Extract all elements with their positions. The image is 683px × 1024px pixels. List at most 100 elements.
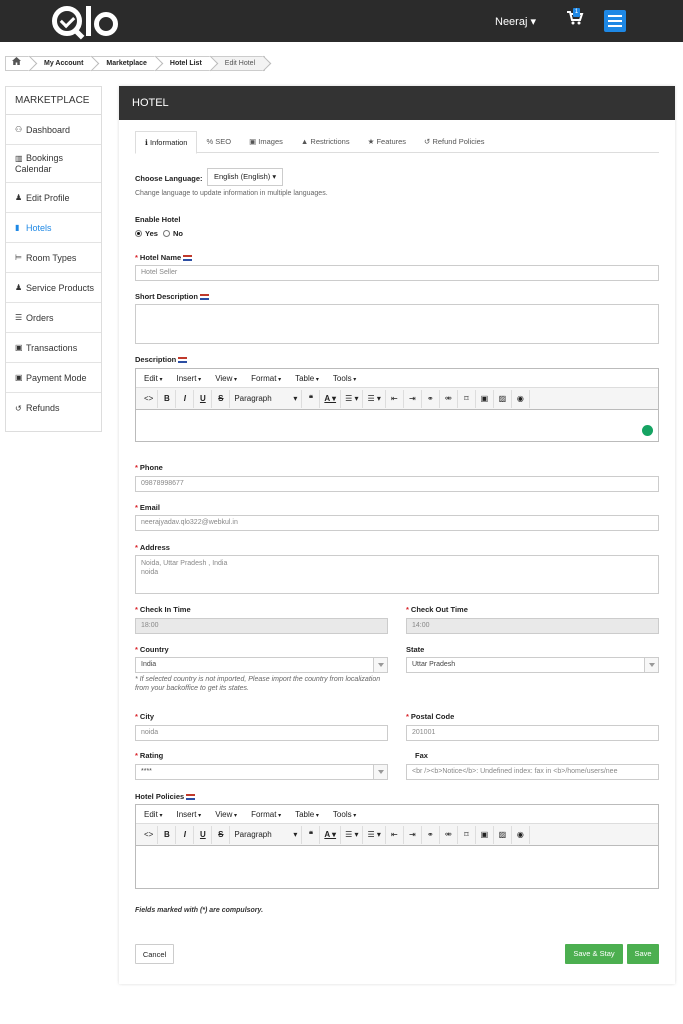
fax-label: Fax <box>415 751 428 760</box>
editor-menu-format[interactable]: Format <box>251 810 281 819</box>
cancel-button[interactable]: Cancel <box>135 944 174 964</box>
numbered-list-icon[interactable]: ☰ ▾ <box>363 389 386 408</box>
italic-icon[interactable]: I <box>176 389 195 408</box>
editor-menu-table[interactable]: Table <box>295 810 319 819</box>
cart-icon[interactable]: 1 <box>566 8 588 30</box>
check-in-input[interactable]: 18:00 <box>135 618 388 634</box>
unlink-icon[interactable]: ⚮ <box>440 825 458 844</box>
link-icon[interactable]: ⚭ <box>422 825 440 844</box>
enable-no-radio[interactable]: No <box>163 229 183 238</box>
indent-icon[interactable]: ⇥ <box>404 389 422 408</box>
outdent-icon[interactable]: ⇤ <box>386 825 404 844</box>
text-color-icon[interactable]: A ▾ <box>320 389 342 408</box>
underline-icon[interactable]: U <box>194 825 213 844</box>
email-input[interactable]: neerajyadav.qlo322@webkul.in <box>135 515 659 531</box>
bullet-list-icon[interactable]: ☰ ▾ <box>341 389 364 408</box>
media-icon[interactable]: ▣ <box>476 825 494 844</box>
tab-images[interactable]: ▣ Images <box>240 131 292 153</box>
sidebar-item-dashboard[interactable]: ⚇ Dashboard <box>6 115 101 145</box>
preview-icon[interactable]: ◉ <box>512 389 530 408</box>
tab-seo[interactable]: % SEO <box>197 131 240 153</box>
editor-menu-tools[interactable]: Tools <box>333 374 356 383</box>
grammarly-icon[interactable] <box>642 425 653 436</box>
editor-menu-insert[interactable]: Insert <box>176 374 201 383</box>
user-menu[interactable]: Neeraj ▾ <box>495 15 536 28</box>
hamburger-menu-icon[interactable] <box>604 10 626 32</box>
editor-menu-view[interactable]: View <box>215 374 237 383</box>
sidebar-item-label: Room Types <box>26 252 77 263</box>
address-textarea[interactable]: Noida, Uttar Pradesh , India noida <box>135 555 659 594</box>
sidebar-item-payment-mode[interactable]: ▣ Payment Mode <box>6 363 101 393</box>
save-button[interactable]: Save <box>627 944 659 964</box>
link-icon[interactable]: ⚭ <box>422 389 440 408</box>
editor-menu-insert[interactable]: Insert <box>176 810 201 819</box>
home-icon[interactable] <box>6 57 30 70</box>
orders-icon: ☰ <box>15 313 23 322</box>
state-select[interactable]: Uttar Pradesh <box>406 657 659 673</box>
save-and-stay-button[interactable]: Save & Stay <box>565 944 623 964</box>
phone-input[interactable]: 09878998677 <box>135 476 659 492</box>
postal-code-input[interactable]: 201001 <box>406 725 659 741</box>
tab-refund-policies[interactable]: ↺ Refund Policies <box>415 131 494 153</box>
breadcrumb-hotel-list[interactable]: Hotel List <box>155 57 211 70</box>
sidebar-item-orders[interactable]: ☰ Orders <box>6 303 101 333</box>
sidebar-item-service-products[interactable]: ♟ Service Products <box>6 273 101 303</box>
sidebar-item-transactions[interactable]: ▣ Transactions <box>6 333 101 363</box>
paragraph-dropdown[interactable]: Paragraph ▾ <box>230 825 303 844</box>
tab-restrictions[interactable]: ▲ Restrictions <box>292 131 359 153</box>
fax-input[interactable]: <br /><b>Notice</b>: Undefined index: fa… <box>406 764 659 780</box>
sidebar-item-room-types[interactable]: ⊨ Room Types <box>6 243 101 273</box>
language-label: Choose Language: <box>135 174 203 183</box>
sidebar-item-label: Dashboard <box>26 124 71 135</box>
hotel-name-input[interactable]: Hotel Seller <box>135 265 659 281</box>
blockquote-icon[interactable]: ❝ <box>302 389 321 408</box>
blockquote-icon[interactable]: ❝ <box>302 825 321 844</box>
bold-icon[interactable]: B <box>158 825 177 844</box>
editor-menu-view[interactable]: View <box>215 810 237 819</box>
bookmark-icon[interactable]: ⌑ <box>458 825 476 844</box>
paragraph-dropdown[interactable]: Paragraph ▾ <box>230 389 303 408</box>
code-icon[interactable]: <> <box>140 389 159 408</box>
bold-icon[interactable]: B <box>158 389 177 408</box>
rating-select[interactable]: **** <box>135 764 388 780</box>
sidebar-item-edit-profile[interactable]: ♟ Edit Profile <box>6 183 101 213</box>
italic-icon[interactable]: I <box>176 825 195 844</box>
qlo-logo[interactable] <box>52 4 118 38</box>
editor-menu-format[interactable]: Format <box>251 374 281 383</box>
indent-icon[interactable]: ⇥ <box>404 825 422 844</box>
sidebar-item-hotels[interactable]: ▮ Hotels <box>6 213 101 243</box>
editor-menu-table[interactable]: Table <box>295 374 319 383</box>
sidebar-item-refunds[interactable]: ↺ Refunds <box>6 393 101 423</box>
underline-icon[interactable]: U <box>194 389 213 408</box>
outdent-icon[interactable]: ⇤ <box>386 389 404 408</box>
top-navbar: Neeraj ▾ 1 <box>0 0 683 42</box>
editor-menu-edit[interactable]: Edit <box>144 374 162 383</box>
breadcrumb-my-account[interactable]: My Account <box>30 57 93 70</box>
language-dropdown[interactable]: English (English) ▾ <box>207 168 284 186</box>
numbered-list-icon[interactable]: ☰ ▾ <box>363 825 386 844</box>
tab-information[interactable]: ℹ Information <box>135 131 198 154</box>
unlink-icon[interactable]: ⚮ <box>440 389 458 408</box>
text-color-icon[interactable]: A ▾ <box>320 825 342 844</box>
hotel-card: HOTEL ℹ Information % SEO ▣ Images ▲ Res… <box>119 86 675 984</box>
editor-menu-tools[interactable]: Tools <box>333 810 356 819</box>
image-icon[interactable]: ▨ <box>494 825 512 844</box>
country-select[interactable]: India <box>135 657 388 673</box>
short-description-textarea[interactable] <box>135 304 659 344</box>
tab-label: Information <box>149 138 188 147</box>
strikethrough-icon[interactable]: S <box>212 825 231 844</box>
editor-menu-edit[interactable]: Edit <box>144 810 162 819</box>
image-icon[interactable]: ▨ <box>494 389 512 408</box>
bullet-list-icon[interactable]: ☰ ▾ <box>341 825 364 844</box>
strikethrough-icon[interactable]: S <box>212 389 231 408</box>
enable-yes-radio[interactable]: Yes <box>135 229 158 238</box>
breadcrumb-marketplace[interactable]: Marketplace <box>92 57 156 70</box>
tab-features[interactable]: ★ Features <box>359 131 415 153</box>
city-input[interactable]: noida <box>135 725 388 741</box>
bookmark-icon[interactable]: ⌑ <box>458 389 476 408</box>
media-icon[interactable]: ▣ <box>476 389 494 408</box>
preview-icon[interactable]: ◉ <box>512 825 530 844</box>
check-out-input[interactable]: 14:00 <box>406 618 659 634</box>
code-icon[interactable]: <> <box>140 825 159 844</box>
sidebar-item-bookings-calendar[interactable]: ▥ Bookings Calendar <box>6 145 101 183</box>
